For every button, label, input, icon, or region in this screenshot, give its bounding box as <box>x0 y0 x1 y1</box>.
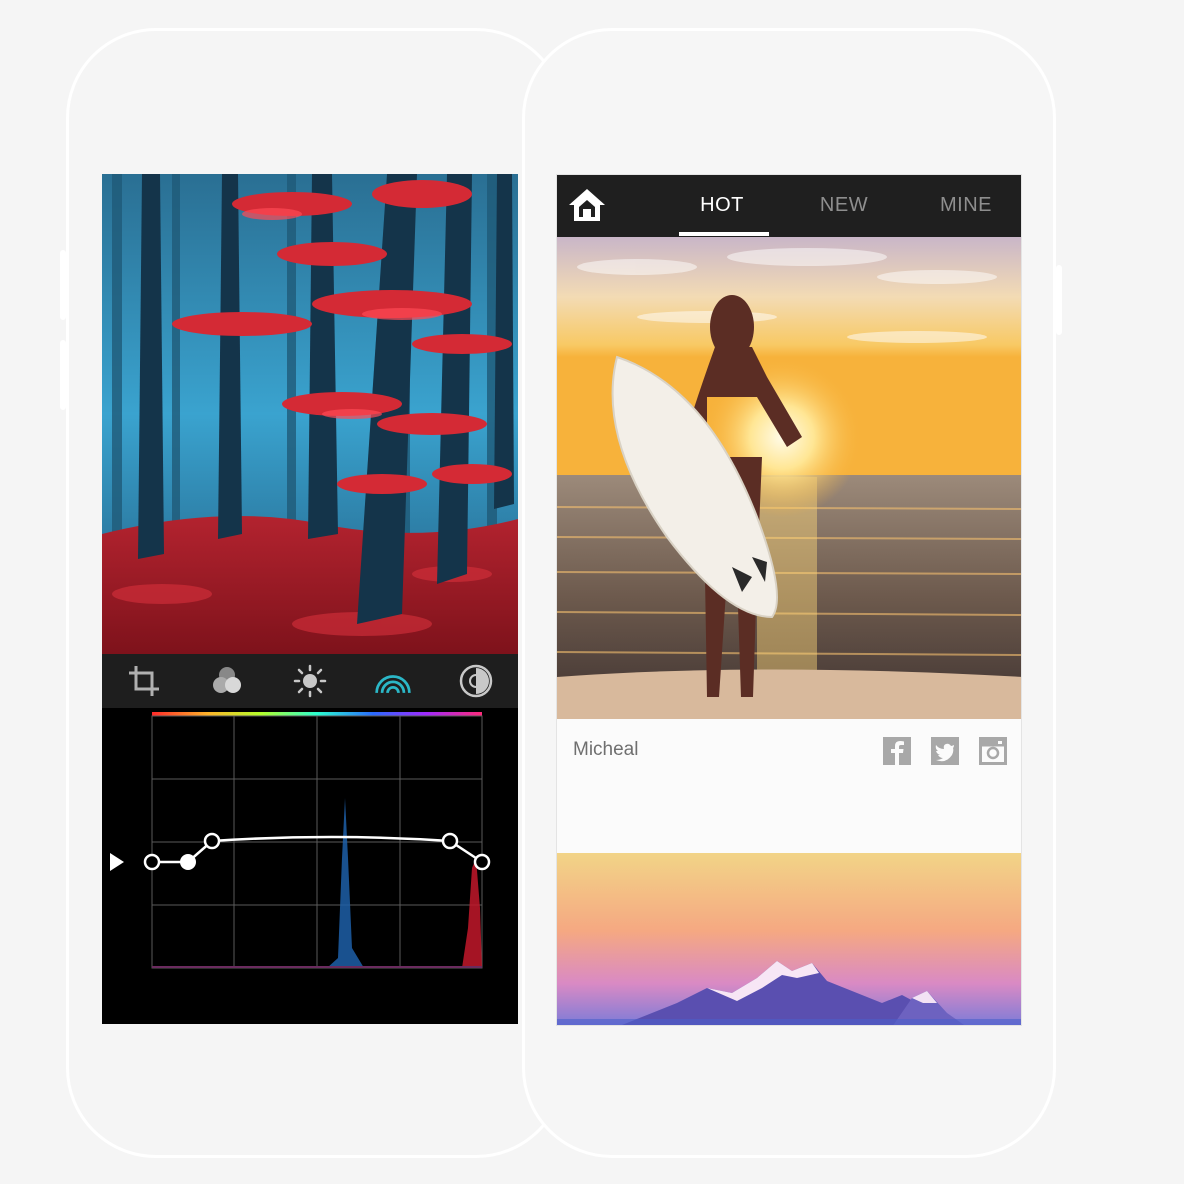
histogram-red <box>462 858 482 968</box>
mountain-sunset-photo[interactable] <box>557 853 1022 1026</box>
curve-point[interactable] <box>143 853 161 871</box>
crop-icon[interactable] <box>124 661 164 701</box>
curves-grid <box>151 715 483 969</box>
tab-hot[interactable]: HOT <box>677 175 767 237</box>
tab-mine[interactable]: MINE <box>921 175 1011 237</box>
histogram-blue <box>327 798 364 968</box>
curves-icon[interactable] <box>373 661 413 701</box>
photo-editor-screen <box>102 174 518 1024</box>
curve-point[interactable] <box>441 832 459 850</box>
active-tab-indicator <box>679 232 769 236</box>
curves-editor[interactable] <box>102 708 518 1024</box>
home-icon[interactable] <box>567 187 607 223</box>
curve-point-selected[interactable] <box>180 854 196 870</box>
brightness-icon[interactable] <box>290 661 330 701</box>
author-name[interactable]: Micheal <box>573 739 638 761</box>
vignette-icon[interactable] <box>456 661 496 701</box>
facebook-icon[interactable] <box>883 737 911 765</box>
edit-toolbar <box>102 654 518 708</box>
curve-point[interactable] <box>203 832 221 850</box>
curve-point[interactable] <box>473 853 491 871</box>
instagram-icon[interactable] <box>979 737 1007 765</box>
post-footer: Micheal <box>557 719 1021 853</box>
top-navigation-bar: HOT NEW MINE <box>557 175 1021 237</box>
tab-new[interactable]: NEW <box>799 175 889 237</box>
surfer-sunset-photo[interactable] <box>557 237 1022 719</box>
power-button <box>1056 265 1062 335</box>
curve-play-marker-icon[interactable] <box>110 853 124 871</box>
twitter-icon[interactable] <box>931 737 959 765</box>
color-mix-icon[interactable] <box>207 661 247 701</box>
hue-spectrum-bar <box>152 712 482 716</box>
photo-feed-screen: HOT NEW MINE Micheal <box>556 174 1022 1026</box>
volume-button <box>60 250 66 320</box>
forest-photo <box>102 174 518 654</box>
volume-button <box>60 340 66 410</box>
